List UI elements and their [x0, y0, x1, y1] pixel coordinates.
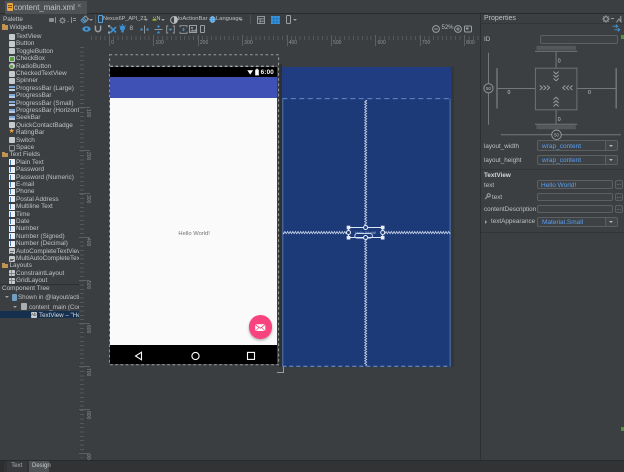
svg-text:50: 50 [554, 133, 559, 138]
svg-text:50: 50 [486, 86, 491, 91]
svg-text:0: 0 [558, 117, 561, 123]
svg-text:0: 0 [588, 90, 591, 96]
svg-text:0: 0 [508, 90, 511, 96]
svg-text:0: 0 [558, 59, 561, 65]
svg-text:Hello World!: Hello World! [355, 231, 376, 235]
